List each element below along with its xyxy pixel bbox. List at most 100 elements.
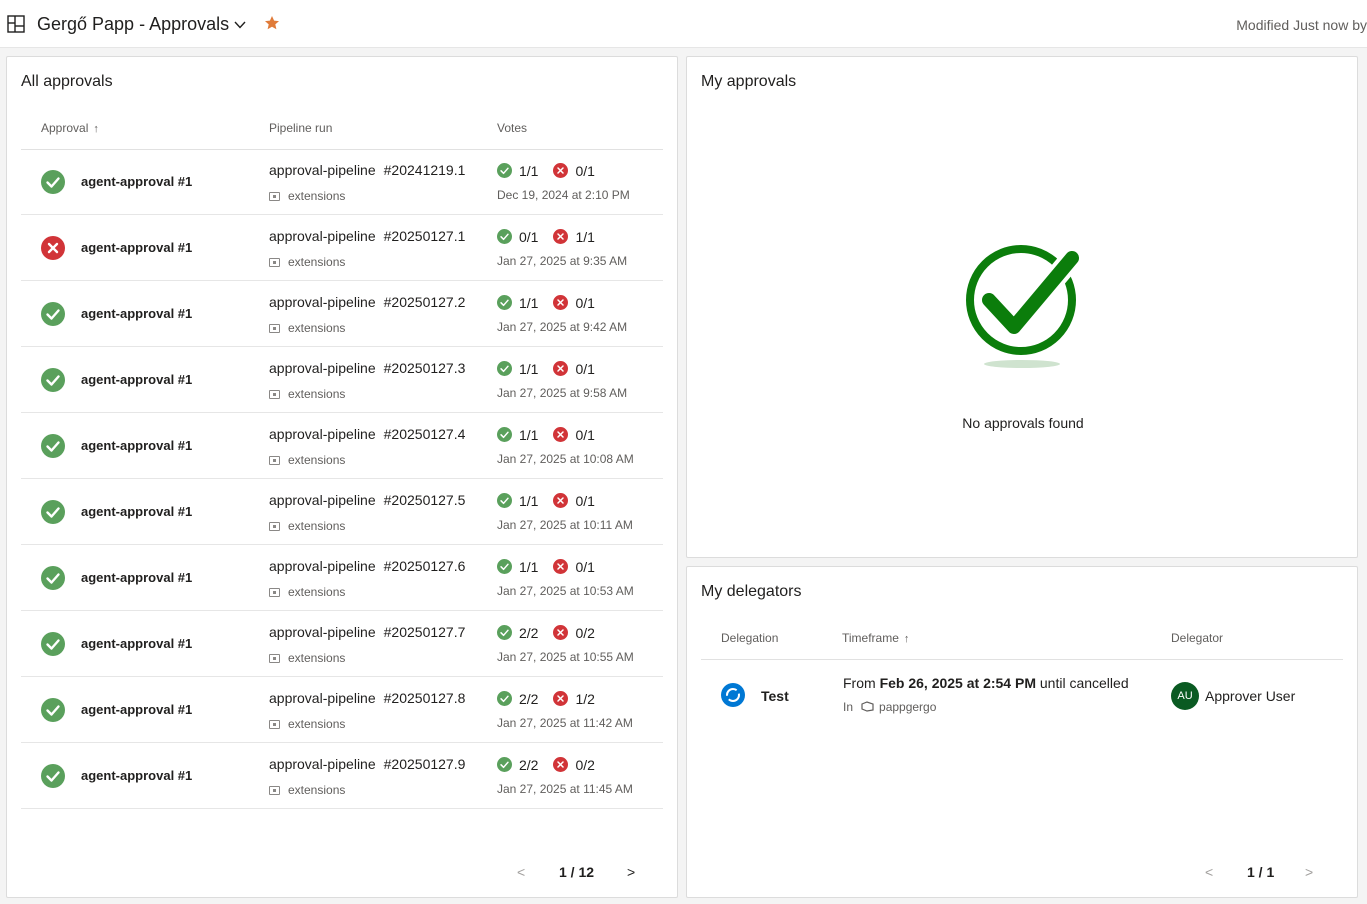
- pipeline-run[interactable]: approval-pipeline #20250127.3: [269, 360, 465, 376]
- pipeline-name: approval-pipeline: [269, 558, 376, 574]
- run-number: #20250127.6: [383, 558, 466, 574]
- approval-name[interactable]: agent-approval #1: [81, 240, 192, 255]
- approved-check-icon: [41, 566, 65, 590]
- project-name[interactable]: pappgergo: [879, 700, 936, 714]
- approval-name[interactable]: agent-approval #1: [81, 174, 192, 189]
- run-number: #20250127.5: [383, 492, 466, 508]
- repository-icon: [269, 588, 280, 597]
- approval-name[interactable]: agent-approval #1: [81, 372, 192, 387]
- column-header-delegation[interactable]: Delegation: [721, 631, 778, 645]
- my-approvals-widget: My approvals No approvals found: [686, 56, 1358, 558]
- repository: extensions: [269, 717, 345, 731]
- pipeline-run[interactable]: approval-pipeline #20250127.2: [269, 294, 465, 310]
- table-row[interactable]: agent-approval #1 approval-pipeline #20241…: [21, 149, 663, 215]
- votes: 2/2 1/2: [497, 691, 595, 707]
- reject-vote-count: 1/2: [575, 691, 595, 707]
- dashboard-title[interactable]: Gergő Papp - Approvals: [37, 14, 229, 35]
- votes: 1/1 0/1: [497, 163, 595, 179]
- favorite-star-icon[interactable]: [264, 15, 280, 31]
- repository-name: extensions: [288, 189, 346, 203]
- approval-name[interactable]: agent-approval #1: [81, 306, 192, 321]
- repository-icon: [269, 786, 280, 795]
- pipeline-run[interactable]: approval-pipeline #20250127.7: [269, 624, 465, 640]
- column-header-votes[interactable]: Votes: [497, 121, 527, 135]
- repository: extensions: [269, 651, 345, 665]
- run-number: #20250127.9: [383, 756, 466, 772]
- approve-vote-count: 2/2: [519, 757, 539, 773]
- previous-page-button[interactable]: <: [1205, 864, 1213, 880]
- votes: 2/2 0/2: [497, 757, 595, 773]
- approved-check-icon: [497, 295, 512, 310]
- pipeline-run[interactable]: approval-pipeline #20250127.5: [269, 492, 465, 508]
- column-header-delegator[interactable]: Delegator: [1171, 631, 1223, 645]
- table-row[interactable]: agent-approval #1 approval-pipeline #20250…: [21, 743, 663, 809]
- rejected-x-icon: [553, 361, 569, 376]
- chevron-down-icon[interactable]: [233, 18, 247, 32]
- approval-name[interactable]: agent-approval #1: [81, 702, 192, 717]
- pipeline-run[interactable]: approval-pipeline #20250127.8: [269, 690, 465, 706]
- table-row[interactable]: agent-approval #1 approval-pipeline #20250…: [21, 347, 663, 413]
- approve-vote-count: 1/1: [519, 493, 539, 509]
- approval-name[interactable]: agent-approval #1: [81, 768, 192, 783]
- table-row[interactable]: agent-approval #1 approval-pipeline #20250…: [21, 281, 663, 347]
- approve-vote-count: 2/2: [519, 625, 539, 641]
- votes: 2/2 0/2: [497, 625, 595, 641]
- table-row[interactable]: agent-approval #1 approval-pipeline #20250…: [21, 479, 663, 545]
- next-page-button[interactable]: >: [1305, 864, 1313, 880]
- approval-name[interactable]: agent-approval #1: [81, 636, 192, 651]
- pipeline-run[interactable]: approval-pipeline #20250127.4: [269, 426, 465, 442]
- approved-check-icon: [41, 500, 65, 524]
- approval-date: Jan 27, 2025 at 11:42 AM: [497, 716, 633, 730]
- table-row[interactable]: agent-approval #1 approval-pipeline #20250…: [21, 611, 663, 677]
- column-header-pipeline-run[interactable]: Pipeline run: [269, 121, 332, 135]
- dashboard-header: Gergő Papp - Approvals Modified Just now…: [0, 0, 1367, 48]
- approval-name[interactable]: agent-approval #1: [81, 438, 192, 453]
- previous-page-button[interactable]: <: [517, 864, 525, 880]
- repository-name: extensions: [288, 519, 346, 533]
- repository-name: extensions: [288, 717, 346, 731]
- approved-check-icon: [41, 368, 65, 392]
- pipeline-run[interactable]: approval-pipeline #20250127.9: [269, 756, 465, 772]
- delegation-timeframe: From Feb 26, 2025 at 2:54 PM until cance…: [843, 675, 1129, 691]
- pipeline-run[interactable]: approval-pipeline #20241219.1: [269, 162, 465, 178]
- table-row[interactable]: agent-approval #1 approval-pipeline #20250…: [21, 545, 663, 611]
- column-header-approval[interactable]: Approval ↑: [41, 121, 99, 135]
- approved-check-icon: [497, 493, 512, 508]
- run-number: #20250127.7: [383, 624, 466, 640]
- approved-check-icon: [497, 559, 512, 574]
- table-row[interactable]: agent-approval #1 approval-pipeline #20250…: [21, 677, 663, 743]
- votes: 0/1 1/1: [497, 229, 595, 245]
- modified-info: Modified Just now by: [1236, 17, 1367, 33]
- approve-vote-count: 0/1: [519, 229, 539, 245]
- widget-title: All approvals: [21, 73, 113, 90]
- pagination: < 1 / 12 >: [517, 864, 647, 884]
- approve-vote-count: 1/1: [519, 427, 539, 443]
- pipeline-run[interactable]: approval-pipeline #20250127.6: [269, 558, 465, 574]
- approvals-table: agent-approval #1 approval-pipeline #20241…: [21, 149, 663, 809]
- rejected-x-icon: [553, 295, 569, 310]
- column-header-timeframe[interactable]: Timeframe ↑: [842, 631, 909, 645]
- reject-vote-count: 0/1: [575, 427, 595, 443]
- approved-check-icon: [41, 632, 65, 656]
- approval-name[interactable]: agent-approval #1: [81, 570, 192, 585]
- approve-vote-count: 1/1: [519, 559, 539, 575]
- votes: 1/1 0/1: [497, 559, 595, 575]
- table-row[interactable]: agent-approval #1 approval-pipeline #20250…: [21, 215, 663, 281]
- run-number: #20250127.3: [383, 360, 466, 376]
- reject-vote-count: 0/1: [575, 559, 595, 575]
- pipeline-run[interactable]: approval-pipeline #20250127.1: [269, 228, 465, 244]
- approval-date: Jan 27, 2025 at 10:55 AM: [497, 650, 634, 664]
- delegation-row[interactable]: Test From Feb 26, 2025 at 2:54 PM until …: [701, 661, 1343, 731]
- next-page-button[interactable]: >: [627, 864, 635, 880]
- votes: 1/1 0/1: [497, 427, 595, 443]
- delegator-name: Approver User: [1205, 688, 1296, 704]
- repository: extensions: [269, 453, 345, 467]
- rejected-x-icon: [553, 559, 569, 574]
- approval-name[interactable]: agent-approval #1: [81, 504, 192, 519]
- approval-date: Jan 27, 2025 at 10:08 AM: [497, 452, 634, 466]
- my-delegators-widget: My delegators Delegation Timeframe ↑ Dele…: [686, 566, 1358, 898]
- votes: 1/1 0/1: [497, 361, 595, 377]
- repository: extensions: [269, 585, 345, 599]
- pipeline-name: approval-pipeline: [269, 426, 376, 442]
- table-row[interactable]: agent-approval #1 approval-pipeline #20250…: [21, 413, 663, 479]
